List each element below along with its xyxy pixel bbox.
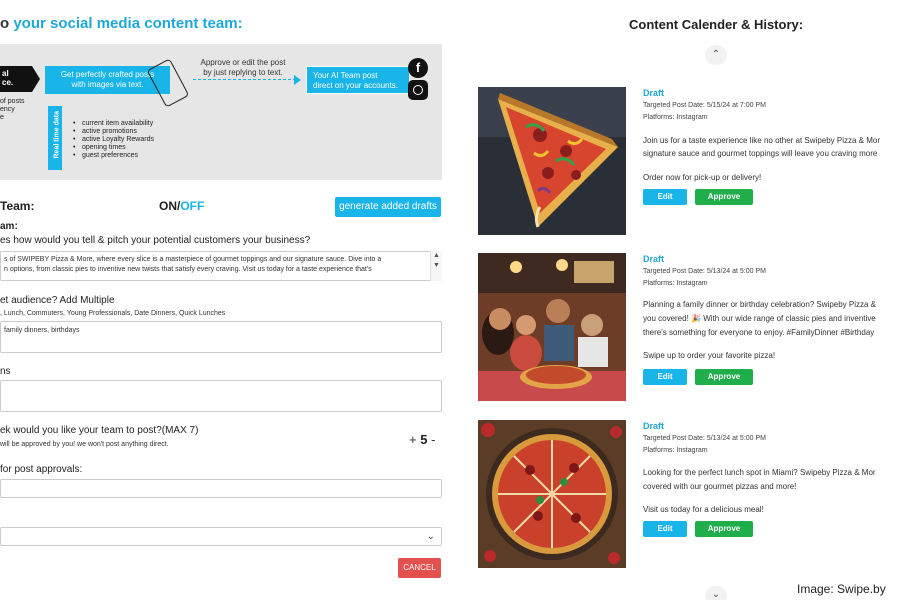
realtime-label: Real time data	[53, 111, 61, 159]
chevron-down-icon: ⌄	[426, 531, 435, 542]
edit-button[interactable]: Edit	[643, 369, 687, 385]
image-credit: Image: Swipe.by	[797, 582, 886, 596]
generate-drafts-button[interactable]: generate added drafts	[335, 197, 441, 217]
form-section-label: am:	[0, 221, 18, 232]
instagram-icon	[408, 80, 428, 100]
post-image-pizza-table	[478, 420, 626, 568]
approvals-input[interactable]	[0, 479, 442, 498]
audience-input[interactable]: family dinners, birthdays	[0, 321, 442, 353]
post-date: Targeted Post Date: 5/13/24 at 5:00 PM	[643, 268, 766, 275]
arrow-head-icon	[294, 75, 301, 85]
approve-button[interactable]: Approve	[695, 189, 753, 205]
facebook-icon: f	[408, 58, 428, 78]
post-cta: Order now for pick-up or delivery!	[643, 173, 762, 182]
post-body-line: there's something for everyone to enjoy.…	[643, 328, 875, 337]
approve-button[interactable]: Approve	[695, 521, 753, 537]
realtime-item: active Loyalty Rewards	[70, 136, 154, 144]
heading-accent: your social media content team:	[13, 15, 243, 32]
post-platform: Platforms: Instagram	[643, 447, 708, 454]
post-cta: Swipe up to order your favorite pizza!	[643, 351, 776, 360]
diagram-ai-team-box: Your AI Team post direct on your account…	[306, 66, 410, 94]
scroll-down-button[interactable]: ⌄	[705, 586, 727, 600]
posts-stepper: + 5 -	[409, 432, 435, 447]
select-dropdown[interactable]: ⌄	[0, 527, 442, 546]
post-body-line: Planning a family dinner or birthday cel…	[643, 300, 877, 309]
third-question-label: ns	[0, 366, 11, 377]
stepper-value: 5	[420, 432, 428, 447]
diagram-approve-text: Approve or edit the post by just replyin…	[200, 58, 286, 77]
diagram-left-text: of posts ency e	[0, 98, 25, 121]
realtime-item: guest preferences	[70, 152, 154, 160]
post-body-line: you covered! 🎉 With our wide range of cl…	[643, 314, 876, 323]
audience-question-label: et audience? Add Multiple	[0, 295, 115, 306]
realtime-item: active promotions	[70, 128, 154, 136]
toggle-off[interactable]: OFF	[180, 199, 204, 213]
pitch-textarea[interactable]: s of SWIPEBY Pizza & More, where every s…	[0, 251, 442, 281]
stepper-plus-button[interactable]: +	[409, 432, 417, 447]
edit-button[interactable]: Edit	[643, 189, 687, 205]
toggle-on[interactable]: ON/	[159, 199, 180, 213]
post-body-line: covered with our gourmet pizzas and more…	[643, 482, 797, 491]
on-off-toggle[interactable]: ON/OFF	[159, 199, 204, 213]
post-date: Targeted Post Date: 5/13/24 at 5:00 PM	[643, 435, 766, 442]
textarea-scrollbar[interactable]: ▲ ▼	[430, 251, 442, 281]
post-body-line: Join us for a taste experience like no o…	[643, 136, 881, 145]
post-cta: Visit us today for a delicious meal!	[643, 505, 764, 514]
post-status-badge: Draft	[643, 254, 665, 264]
post-platform: Platforms: Instagram	[643, 280, 708, 287]
page-heading: o your social media content team:	[0, 15, 243, 32]
team-label: Team:	[0, 199, 35, 213]
approve-button[interactable]: Approve	[695, 369, 753, 385]
cancel-button[interactable]: CANCEL	[398, 558, 441, 578]
post-date: Targeted Post Date: 5/15/24 at 7:00 PM	[643, 102, 766, 109]
third-question-input[interactable]	[0, 380, 442, 412]
approvals-label: for post approvals:	[0, 464, 83, 475]
post-image-family-dinner	[478, 253, 626, 401]
post-status-badge: Draft	[643, 421, 665, 431]
post-platform: Platforms: Instagram	[643, 114, 708, 121]
realtime-item: opening times	[70, 144, 154, 152]
stepper-minus-button[interactable]: -	[431, 432, 435, 447]
realtime-list: current item availability active promoti…	[70, 120, 154, 160]
heading-prefix: o	[0, 15, 14, 32]
diagram-step-arrow: al ce.	[0, 66, 40, 92]
post-body-line: Looking for the perfect lunch spot in Mi…	[643, 468, 876, 477]
post-status-badge: Draft	[643, 88, 665, 98]
post-image-pizza-slice	[478, 87, 626, 235]
audience-hint: , Lunch, Commuters, Young Professionals,…	[0, 310, 226, 317]
posts-per-week-hint: will be approved by you! we won't post a…	[0, 441, 169, 448]
post-body-line: signature sauce and gourmet toppings wil…	[643, 149, 878, 158]
realtime-item: current item availability	[70, 120, 154, 128]
pitch-question-label: es how would you tell & pitch your poten…	[0, 235, 311, 246]
posts-per-week-label: ek would you like your team to post?(MAX…	[0, 425, 199, 436]
scroll-up-button[interactable]: ⌃	[705, 45, 727, 65]
edit-button[interactable]: Edit	[643, 521, 687, 537]
calendar-title: Content Calender & History:	[629, 17, 804, 32]
dashed-arrow	[193, 79, 296, 80]
